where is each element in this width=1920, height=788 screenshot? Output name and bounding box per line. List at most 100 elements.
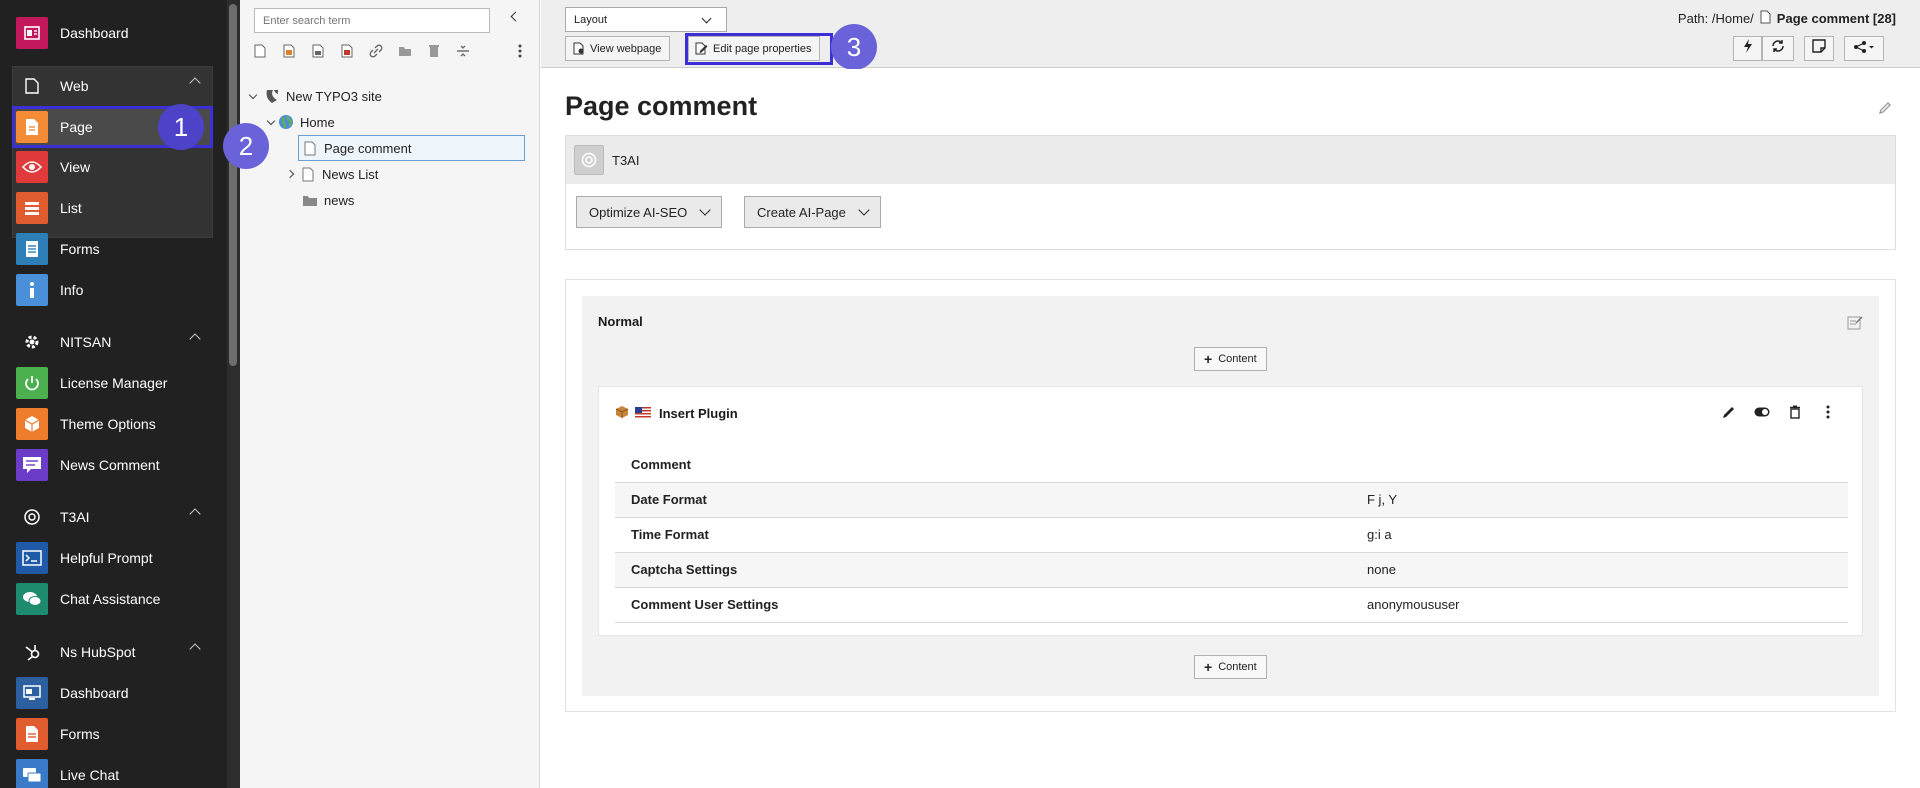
content-element-actions: [1712, 405, 1844, 419]
add-content-button-bottom[interactable]: + Content: [1194, 655, 1267, 679]
module-hubspot-dashboard[interactable]: Dashboard: [12, 673, 213, 713]
tree-node-news-list[interactable]: News List: [285, 162, 379, 186]
module-forms[interactable]: Forms: [12, 229, 213, 269]
button-label: Content: [1218, 661, 1257, 673]
setting-key: Time Format: [615, 517, 1351, 553]
backend-layout-grid: Normal + Content Insert Plugin Comment D…: [565, 279, 1896, 712]
create-ai-page-dropdown[interactable]: Create AI-Page: [744, 196, 881, 228]
tree-node-label: Home: [300, 114, 335, 130]
module-news-comment[interactable]: News Comment: [12, 445, 213, 485]
optimize-ai-seo-dropdown[interactable]: Optimize AI-SEO: [576, 196, 723, 228]
tree-node-news[interactable]: news: [296, 188, 354, 212]
add-content-button-top[interactable]: + Content: [1194, 347, 1267, 371]
edit-pencil-icon[interactable]: [1712, 405, 1745, 419]
layout-select-value: Layout: [574, 14, 608, 26]
tree-node-page-comment[interactable]: Page comment: [296, 136, 411, 160]
module-view[interactable]: View: [12, 147, 213, 187]
new-shortcut-icon[interactable]: [339, 43, 355, 59]
folder-icon: [302, 192, 318, 208]
plugin-icon: [615, 405, 629, 422]
reload-button[interactable]: [1762, 36, 1794, 61]
toggle-visibility-icon[interactable]: [1745, 407, 1778, 417]
us-flag-icon: [635, 406, 651, 421]
plugin-settings-table: Comment Date Format F j, Y Time Format g:i…: [615, 447, 1848, 623]
module-info[interactable]: Info: [12, 270, 213, 310]
section-label: T3AI: [60, 509, 90, 525]
gear-icon: [22, 332, 42, 352]
module-list[interactable]: List: [12, 188, 213, 228]
edit-title-pencil-icon[interactable]: [1878, 101, 1892, 120]
doc-header: Layout View webpage Edit page properties…: [541, 0, 1920, 70]
section-ns-hubspot[interactable]: Ns HubSpot: [12, 630, 213, 674]
t3ai-panel: T3AI Optimize AI-SEO Create AI-Page: [565, 135, 1896, 250]
tree-node-label: News List: [322, 166, 379, 182]
folder-icon[interactable]: [397, 43, 413, 59]
edit-column-icon[interactable]: [1847, 314, 1863, 335]
table-row: Comment: [615, 447, 1848, 483]
view-webpage-button[interactable]: View webpage: [565, 36, 671, 61]
share-button[interactable]: [1844, 36, 1884, 61]
module-live-chat[interactable]: Live Chat: [12, 755, 213, 788]
tree-node-home[interactable]: Home: [266, 110, 335, 134]
module-label: Page: [60, 119, 93, 135]
file-icon: [22, 76, 42, 96]
expand-toggle-icon[interactable]: [266, 116, 276, 127]
edit-page-properties-button[interactable]: Edit page properties: [688, 36, 821, 61]
expand-toggle-icon[interactable]: [285, 169, 296, 179]
module-license-manager[interactable]: License Manager: [12, 363, 213, 403]
content-element-header: Insert Plugin: [615, 405, 738, 422]
new-page-icon[interactable]: [252, 43, 268, 59]
collapse-tree-icon[interactable]: [510, 11, 521, 22]
divider-icon[interactable]: [455, 43, 471, 59]
new-page-link-icon[interactable]: [310, 43, 326, 59]
setting-value: F j, Y: [1351, 482, 1848, 518]
bookmark-button[interactable]: [1804, 36, 1834, 61]
setting-value: anonymoususer: [1351, 587, 1848, 623]
page-title: Page comment: [565, 91, 758, 121]
content-element: Insert Plugin Comment Date Format F j, Y …: [598, 386, 1863, 636]
module-hubspot-forms[interactable]: Forms: [12, 714, 213, 754]
section-label: NITSAN: [60, 334, 112, 350]
table-row: Captcha Settings none: [615, 552, 1848, 588]
setting-key: Comment: [615, 447, 1351, 483]
trash-icon[interactable]: [1778, 405, 1811, 419]
module-label: Live Chat: [60, 767, 120, 783]
section-t3ai[interactable]: T3AI: [12, 495, 213, 539]
new-page-backend-icon[interactable]: [281, 43, 297, 59]
column-normal: Normal + Content Insert Plugin Comment D…: [582, 296, 1879, 696]
section-label: Ns HubSpot: [60, 644, 136, 660]
module-label: Dashboard: [60, 25, 129, 41]
chat-icon: [16, 583, 48, 615]
button-label: Edit page properties: [713, 42, 812, 55]
breadcrumb: Path: /Home/ Page comment [28]: [1678, 10, 1896, 27]
note-icon: [1812, 39, 1826, 58]
hubspot-icon: [22, 642, 42, 662]
more-options-icon[interactable]: [1811, 405, 1844, 419]
clear-cache-button[interactable]: [1733, 36, 1762, 61]
section-nitsan[interactable]: NITSAN: [12, 320, 213, 364]
table-row: Date Format F j, Y: [615, 482, 1848, 518]
module-label: View: [60, 159, 91, 175]
module-theme-options[interactable]: Theme Options: [12, 404, 213, 444]
module-label: List: [60, 200, 82, 216]
tree-search-input[interactable]: [254, 8, 490, 33]
t3ai-header: T3AI: [566, 136, 1895, 184]
sidebar-scroll-thumb[interactable]: [229, 4, 237, 366]
layout-select[interactable]: Layout: [565, 7, 727, 32]
module-helpful-prompt[interactable]: Helpful Prompt: [12, 538, 213, 578]
module-label: License Manager: [60, 375, 168, 391]
expand-toggle-icon[interactable]: [248, 90, 258, 101]
tree-node-site-root[interactable]: New TYPO3 site: [248, 84, 382, 108]
module-dashboard[interactable]: Dashboard: [12, 13, 213, 53]
module-chat-assistance[interactable]: Chat Assistance: [12, 579, 213, 619]
link-icon[interactable]: [368, 43, 384, 59]
section-web[interactable]: Web: [12, 64, 213, 108]
dropdown-label: Create AI-Page: [757, 204, 846, 220]
chat-icon: [16, 759, 48, 788]
edit-page-icon: [695, 42, 708, 55]
dashboard-icon: [16, 677, 48, 709]
recycler-icon[interactable]: [426, 43, 442, 59]
setting-value: [1351, 447, 1848, 483]
tree-node-label: news: [324, 192, 355, 208]
more-options-icon[interactable]: [512, 43, 528, 59]
